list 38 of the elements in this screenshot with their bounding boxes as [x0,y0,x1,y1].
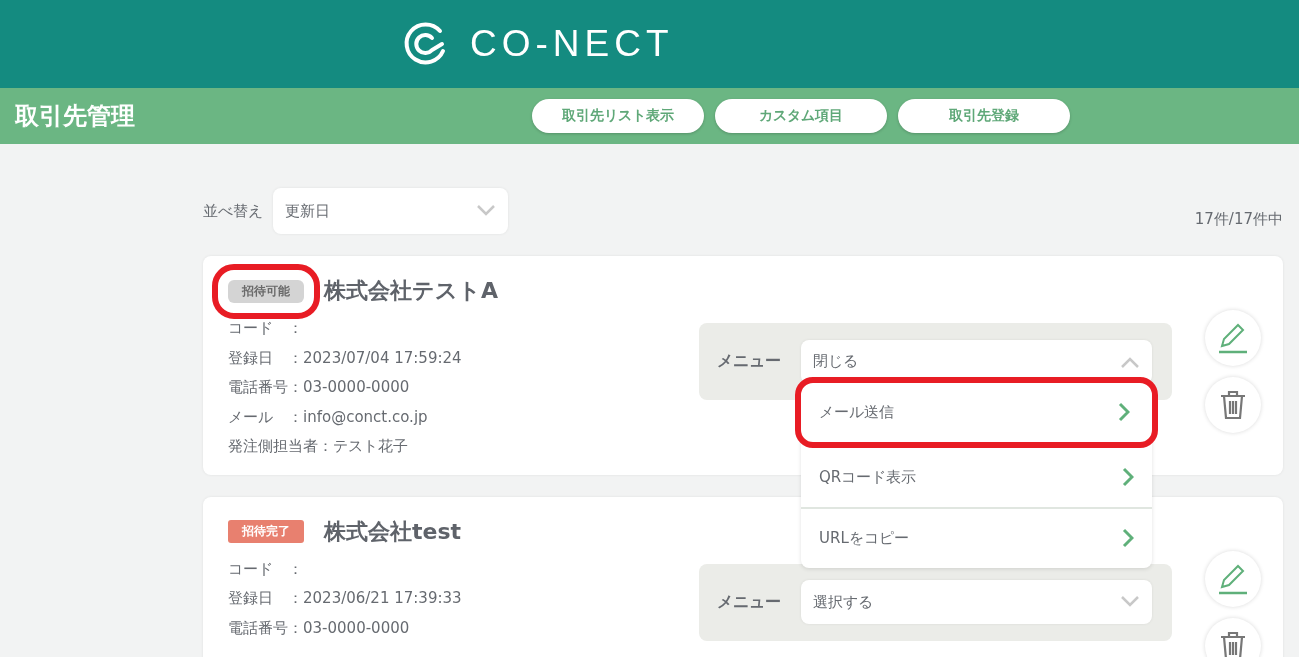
logo-icon [402,21,448,67]
detail-line: メール ：info@conct.co.jp [228,406,429,428]
pencil-icon [1218,562,1248,595]
menu-label: メニュー [717,351,781,372]
edit-button[interactable] [1205,310,1261,366]
pencil-icon [1218,322,1248,354]
detail-line: 登録日 ：2023/06/21 17:39:33 [228,588,463,609]
menu-option[interactable]: QRコード表示 [801,447,1152,509]
detail-line: 発注側担当者：テスト花子 [228,436,409,457]
status-badge: 招待可能 [228,279,304,303]
sort-select[interactable]: 更新日 [273,188,508,234]
company-name: 株式会社test [324,517,462,546]
edit-button[interactable] [1205,550,1261,607]
logo-text: CO-NECT [470,23,674,65]
delete-button[interactable] [1205,377,1261,433]
detail-line: コード ： [228,558,304,580]
trash-icon [1219,630,1247,657]
chevron-icon [1120,596,1140,608]
menu-select[interactable]: 選択する [801,580,1152,624]
chevron-right-icon [1122,467,1134,487]
trash-icon [1219,390,1247,420]
company-name: 株式会社テストA [324,277,499,305]
result-count: 17件/17件中 [1194,210,1283,229]
chevron-icon [1120,355,1140,368]
page-title: 取引先管理 [15,101,136,132]
chevron-icon [476,205,496,217]
detail-line: コード ： [228,318,304,339]
chevron-right-icon [1118,402,1130,422]
delete-button[interactable] [1205,617,1261,657]
sort-label: 並べ替え [203,201,263,221]
menu-label: メニュー [717,591,781,613]
chevron-right-icon [1122,528,1134,548]
detail-line: 登録日 ：2023/07/04 17:59:24 [228,347,463,369]
status-badge: 招待完了 [228,520,304,543]
detail-line: 電話番号：03-0000-0000 [228,377,411,398]
detail-line: 電話番号：03-0000-0000 [228,617,411,639]
menu-option[interactable]: メール送信 [795,376,1158,448]
menu-option[interactable]: URLをコピー [801,508,1152,568]
